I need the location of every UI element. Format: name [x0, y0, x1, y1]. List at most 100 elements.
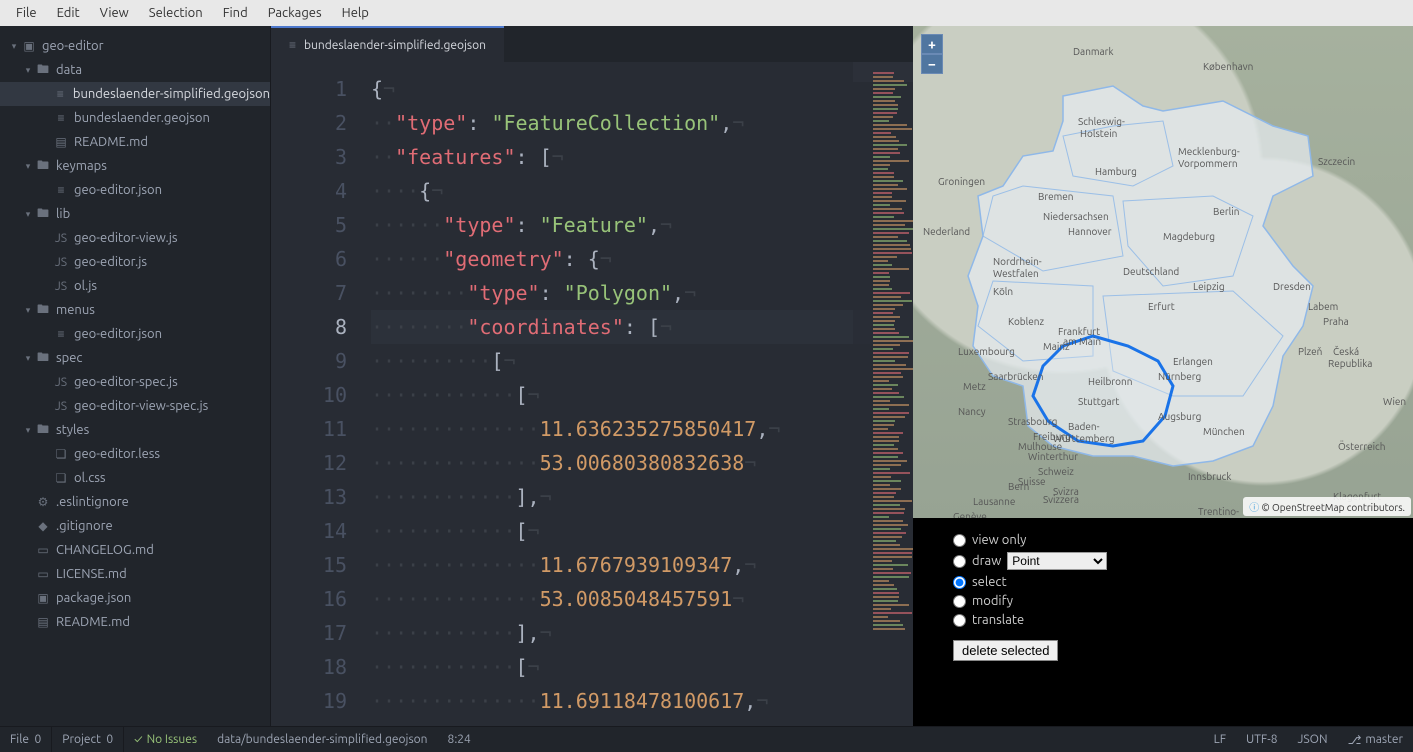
file-tree[interactable]: ▾ ▣ geo-editor ▾🖿data≡bundeslaender-simp…	[0, 26, 270, 726]
line-number: 10	[271, 378, 347, 412]
status-file-count[interactable]: File 0	[0, 727, 52, 752]
status-cursor-position[interactable]: 8:24	[438, 727, 481, 752]
line-number: 12	[271, 446, 347, 480]
code-line[interactable]: ············],¬	[371, 480, 913, 514]
map-label: Vorpommern	[1178, 158, 1238, 169]
tree-item[interactable]: ▤README.md	[0, 130, 270, 154]
line-number: 3	[271, 140, 347, 174]
css-icon: ❏	[52, 447, 70, 461]
editor-pane: ≡ bundeslaender-simplified.geojson 12345…	[270, 26, 913, 726]
tree-item[interactable]: ▾🖿data	[0, 58, 270, 82]
tab-title: bundeslaender-simplified.geojson	[304, 39, 486, 52]
tree-item[interactable]: JSgeo-editor-view-spec.js	[0, 394, 270, 418]
tree-item[interactable]: ◆.gitignore	[0, 514, 270, 538]
zoom-in-button[interactable]: +	[921, 34, 943, 54]
tree-item-label: ol.js	[74, 279, 97, 293]
js-icon: JS	[52, 232, 70, 245]
folder-icon: 🖿	[34, 156, 52, 177]
delete-selected-button[interactable]: delete selected	[953, 640, 1058, 661]
tree-item[interactable]: JSgeo-editor.js	[0, 250, 270, 274]
menu-help[interactable]: Help	[332, 2, 379, 24]
menu-view[interactable]: View	[90, 2, 139, 24]
mode-select[interactable]: select	[953, 575, 1373, 589]
status-eol[interactable]: LF	[1204, 727, 1236, 752]
tree-item[interactable]: ▾🖿spec	[0, 346, 270, 370]
code-line[interactable]: ····{¬	[371, 174, 913, 208]
line-number: 1	[271, 72, 347, 106]
tree-item[interactable]: ▾🖿menus	[0, 298, 270, 322]
code-line[interactable]: ··············53.0085048457591¬	[371, 582, 913, 616]
code-line[interactable]: ··············11.69118478100617,¬	[371, 684, 913, 718]
code-line[interactable]: ······"type": "Feature",¬	[371, 208, 913, 242]
map-label: Koblenz	[1008, 316, 1044, 327]
tree-item[interactable]: ≡bundeslaender.geojson	[0, 106, 270, 130]
tree-item[interactable]: ▾🖿keymaps	[0, 154, 270, 178]
tree-item[interactable]: ❏ol.css	[0, 466, 270, 490]
map-label: København	[1203, 61, 1253, 72]
code-line[interactable]: ··"features": [¬	[371, 140, 913, 174]
map-label: Strasbourg	[1008, 416, 1057, 427]
tree-item[interactable]: JSgeo-editor-spec.js	[0, 370, 270, 394]
map-label: Republika	[1328, 358, 1372, 369]
tree-item[interactable]: ≡geo-editor.json	[0, 322, 270, 346]
map-label: Stuttgart	[1078, 396, 1119, 407]
code-line[interactable]: ··········[¬	[371, 344, 913, 378]
tree-item[interactable]: JS ol.js	[0, 274, 270, 298]
code-line[interactable]: ············],¬	[371, 616, 913, 650]
code-line[interactable]: ··············53.00680380832638¬	[371, 446, 913, 480]
code-line[interactable]: {¬	[371, 72, 913, 106]
code-line[interactable]: ········"type": "Polygon",¬	[371, 276, 913, 310]
zoom-out-button[interactable]: −	[921, 54, 943, 74]
code-area[interactable]: {¬··"type": "FeatureCollection",¬··"feat…	[371, 62, 913, 726]
tree-item[interactable]: ▤README.md	[0, 610, 270, 634]
status-git-branch[interactable]: ⎇master	[1338, 727, 1413, 752]
tree-item[interactable]: ▭CHANGELOG.md	[0, 538, 270, 562]
draw-type-select[interactable]: Point	[1007, 552, 1107, 570]
map-label: Winterthur	[1028, 451, 1078, 462]
status-encoding[interactable]: UTF-8	[1236, 727, 1287, 752]
status-file-path[interactable]: data/bundeslaender-simplified.geojson	[207, 727, 437, 752]
tree-item[interactable]: ≡bundeslaender-simplified.geojson	[0, 82, 270, 106]
mode-translate[interactable]: translate	[953, 613, 1373, 627]
code-line[interactable]: ··"type": "FeatureCollection",¬	[371, 106, 913, 140]
tree-item[interactable]: ⚙ .eslintignore	[0, 490, 270, 514]
editor[interactable]: 12345678910111213141516171819 {¬··"type"…	[271, 62, 913, 726]
menu-find[interactable]: Find	[213, 2, 258, 24]
tree-item[interactable]: ▾🖿lib	[0, 202, 270, 226]
menu-selection[interactable]: Selection	[139, 2, 213, 24]
minimap[interactable]	[853, 62, 913, 726]
mode-view-only[interactable]: view only	[953, 533, 1373, 547]
tree-item[interactable]: ▾🖿styles	[0, 418, 270, 442]
tree-item[interactable]: ❏geo-editor.less	[0, 442, 270, 466]
tree-item[interactable]: JSgeo-editor-view.js	[0, 226, 270, 250]
map-label: Deutschland	[1123, 266, 1179, 277]
tree-item[interactable]: ▭LICENSE.md	[0, 562, 270, 586]
map-labels: DanmarkKøbenhavnGroningenHamburgBremenHa…	[913, 26, 1413, 518]
menu-file[interactable]: File	[6, 2, 47, 24]
tree-item[interactable]: ▣package.json	[0, 586, 270, 610]
status-project-count[interactable]: Project 0	[52, 727, 124, 752]
tree-item-label: .eslintignore	[56, 495, 129, 509]
project-root[interactable]: ▾ ▣ geo-editor	[0, 34, 270, 58]
menu-edit[interactable]: Edit	[47, 2, 90, 24]
code-line[interactable]: ············[¬	[371, 650, 913, 684]
tab-active[interactable]: ≡ bundeslaender-simplified.geojson	[271, 26, 504, 62]
code-line[interactable]: ············[¬	[371, 378, 913, 412]
caret-icon: ▾	[22, 425, 34, 436]
status-language[interactable]: JSON	[1287, 727, 1337, 752]
menu-packages[interactable]: Packages	[258, 2, 332, 24]
map-label: Niedersachsen	[1043, 211, 1109, 222]
map[interactable]: DanmarkKøbenhavnGroningenHamburgBremenHa…	[913, 26, 1413, 518]
map-label: Svizzera	[1043, 494, 1079, 505]
status-linter[interactable]: ✓No Issues	[124, 727, 207, 752]
js-icon: JS	[52, 280, 70, 293]
mode-modify[interactable]: modify	[953, 594, 1373, 608]
code-line[interactable]: ············[¬	[371, 514, 913, 548]
gear-icon: ⚙	[34, 495, 52, 509]
code-line[interactable]: ··············11.636235275850417,¬	[371, 412, 913, 446]
mode-draw[interactable]: draw Point	[953, 552, 1373, 570]
code-line[interactable]: ··············11.6767939109347,¬	[371, 548, 913, 582]
code-line[interactable]: ········"coordinates": [¬	[371, 310, 913, 344]
code-line[interactable]: ······"geometry": {¬	[371, 242, 913, 276]
tree-item[interactable]: ≡geo-editor.json	[0, 178, 270, 202]
